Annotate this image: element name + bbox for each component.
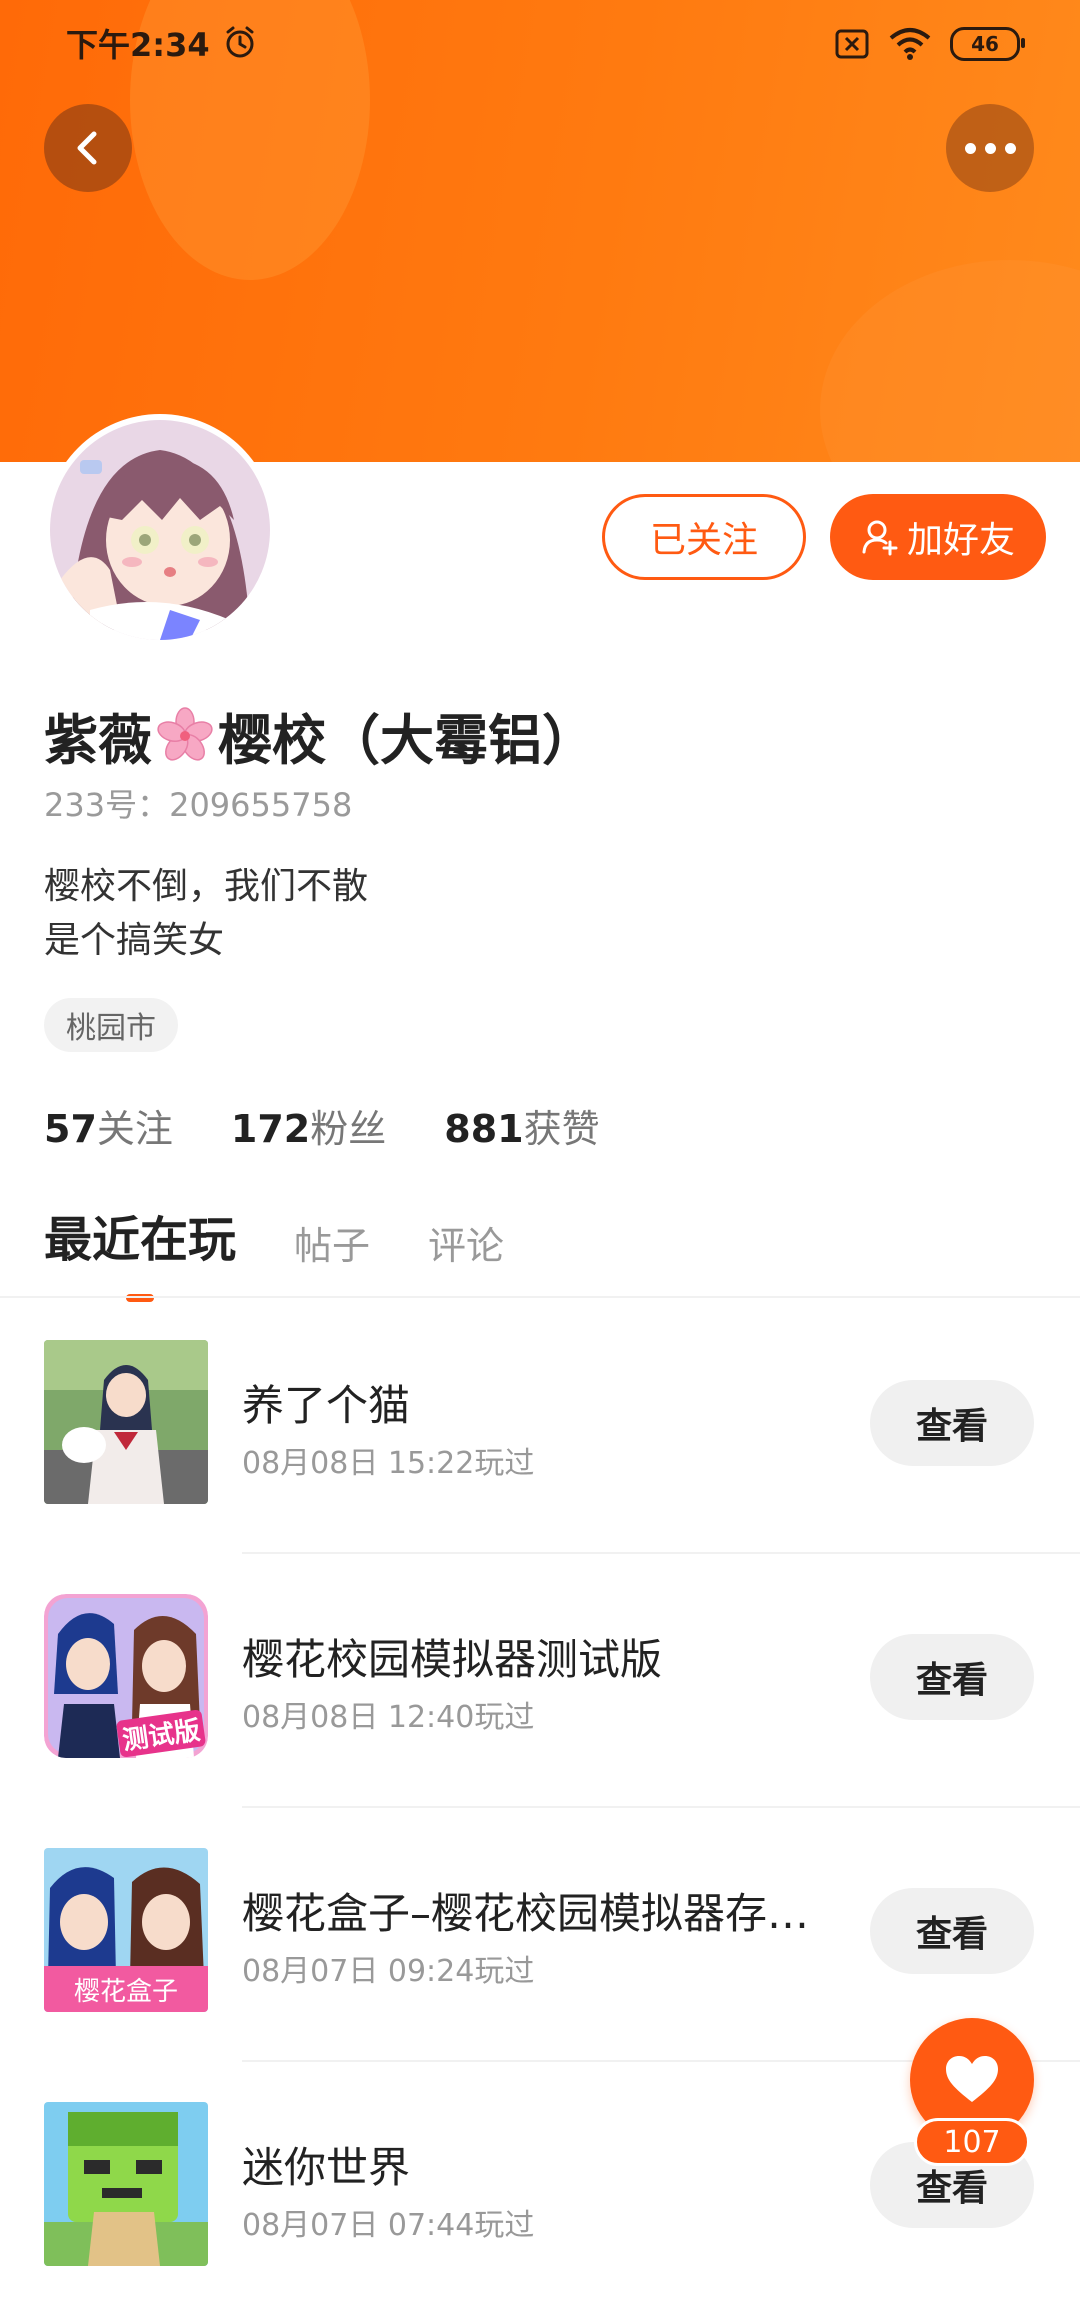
user-id: 233号：209655758: [44, 786, 353, 824]
battery-indicator: 46: [950, 27, 1025, 61]
avatar[interactable]: [44, 414, 276, 646]
last-played-time: 08月08日 15:22玩过: [242, 1446, 535, 1481]
game-title: 养了个猫: [242, 1381, 411, 1430]
list-item[interactable]: 养了个猫 08月08日 15:22玩过 查看: [0, 1300, 1080, 1554]
profile-bio: 樱校不倒，我们不散 是个搞笑女: [44, 860, 368, 968]
stat-fans[interactable]: 172粉丝: [231, 1098, 386, 1153]
more-icon: [964, 142, 1016, 154]
avatar-image: [50, 420, 270, 640]
bio-line: 樱校不倒，我们不散: [44, 866, 369, 907]
list-item[interactable]: 樱花盒子 樱花盒子–樱花校园模拟器存… 08月07日 09:24玩过 查看: [0, 1808, 1080, 2062]
bio-line: 是个搞笑女: [44, 920, 225, 961]
wifi-icon: [889, 28, 931, 60]
game-title: 迷你世界: [242, 2143, 411, 2192]
stat-label: 关注: [96, 1107, 173, 1151]
heart-icon: [946, 2056, 998, 2102]
profile-name-part2: 樱校（大霉铝）: [218, 709, 596, 772]
status-time: 下午2:34: [66, 26, 210, 64]
profile-name: 紫薇 樱校（大霉铝）: [44, 696, 596, 775]
profile-name-part1: 紫薇: [44, 709, 152, 772]
profile-tabs: 最近在玩 帖子 评论: [44, 1200, 504, 1302]
game-title: 樱花校园模拟器测试版: [242, 1635, 663, 1684]
more-options-button[interactable]: [946, 104, 1034, 192]
list-item[interactable]: 测试版 樱花校园模拟器测试版 08月08日 12:40玩过 查看: [0, 1554, 1080, 1808]
battery-level: 46: [971, 32, 999, 56]
view-button[interactable]: 查看: [870, 1888, 1034, 1974]
like-count-badge: 107: [914, 2118, 1030, 2166]
game-icon: 测试版: [44, 1594, 208, 1758]
sim-off-icon: [835, 29, 869, 59]
stat-likes: 881获赞: [444, 1098, 599, 1153]
view-button[interactable]: 查看: [870, 1634, 1034, 1720]
stat-label: 获赞: [523, 1107, 600, 1151]
profile-stats: 57关注 172粉丝 881获赞: [44, 1098, 600, 1153]
stat-number: 172: [230, 1107, 311, 1151]
alarm-icon: [226, 26, 254, 58]
add-friend-button[interactable]: 加好友: [830, 494, 1046, 580]
tab-recently-played[interactable]: 最近在玩: [44, 1200, 236, 1302]
game-icon: [44, 1340, 208, 1504]
tab-divider: [0, 1296, 1080, 1298]
status-bar: 下午2:34 46: [0, 0, 1080, 90]
view-button[interactable]: 查看: [870, 1380, 1034, 1466]
game-title: 樱花盒子–樱花校园模拟器存…: [242, 1889, 810, 1938]
banner-decoration: [820, 260, 1080, 462]
location-tag: 桃园市: [44, 998, 178, 1052]
tab-comments[interactable]: 评论: [428, 1215, 504, 1270]
tab-posts[interactable]: 帖子: [294, 1215, 370, 1270]
cherry-blossom-icon: [157, 706, 213, 761]
last-played-time: 08月07日 09:24玩过: [242, 1954, 535, 1989]
last-played-time: 08月07日 07:44玩过: [242, 2208, 535, 2243]
stat-label: 粉丝: [310, 1107, 387, 1151]
back-button[interactable]: [44, 104, 132, 192]
stat-number: 57: [44, 1107, 97, 1151]
add-friend-label: 加好友: [906, 520, 1015, 561]
recent-games-list: 养了个猫 08月08日 15:22玩过 查看 测试版 樱花校园模拟器测试版 08…: [0, 1300, 1080, 2316]
game-icon: 樱花盒子: [44, 1848, 208, 2012]
last-played-time: 08月08日 12:40玩过: [242, 1700, 535, 1735]
stat-number: 881: [444, 1107, 524, 1151]
add-user-icon: [862, 520, 898, 556]
chevron-left-icon: [77, 131, 97, 165]
game-icon: [44, 2102, 208, 2266]
game-badge: 樱花盒子: [73, 1977, 178, 2007]
stat-following[interactable]: 57关注: [44, 1098, 173, 1153]
followed-button[interactable]: 已关注: [602, 494, 806, 580]
